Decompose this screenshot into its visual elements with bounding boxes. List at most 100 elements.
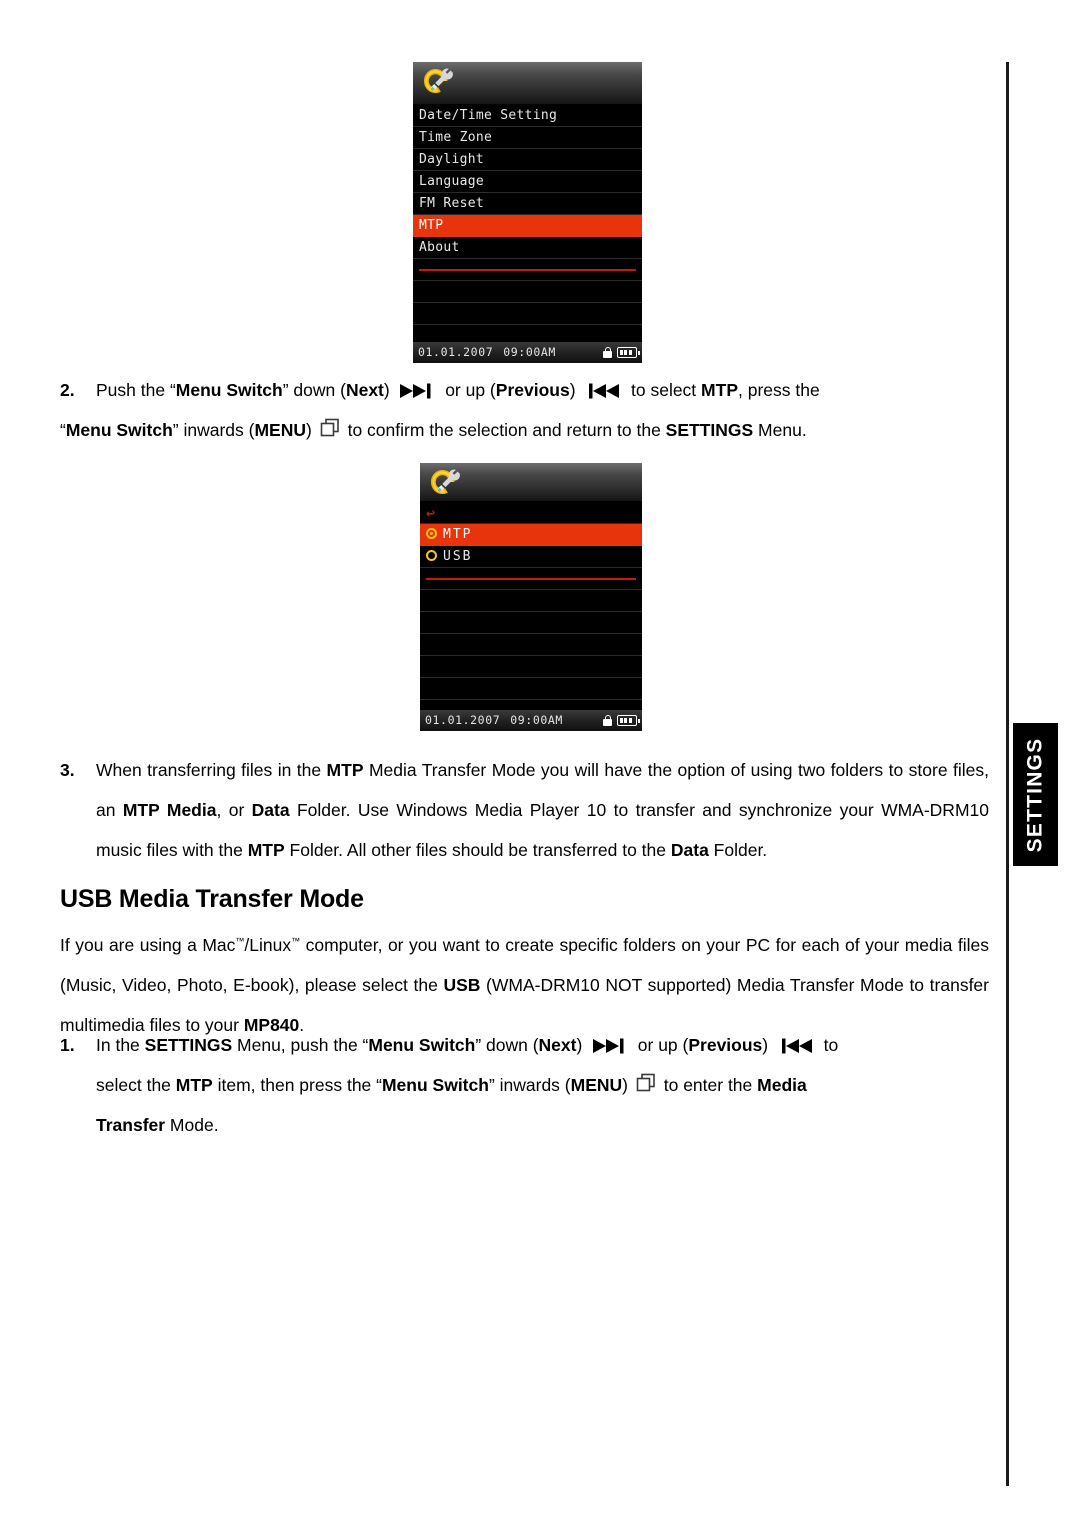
step2-t3: ” down ( [282,380,346,400]
step2-t11: , press the [738,380,820,400]
usb-tm-2: ™ [291,936,301,947]
step3-paragraph: When transferring files in the MTP Media… [96,750,989,870]
step2-t1: Push the “ [96,380,176,400]
device-back-row[interactable]: ↩ [420,502,642,524]
usb-step1-number: 1. [60,1035,75,1055]
next-icon [592,1038,628,1054]
gear-wrench-icon [424,68,453,93]
device-empty-row [420,612,642,634]
u1-t21: Transfer [96,1115,166,1135]
device-radio-option[interactable]: USB [420,546,642,568]
status-date: 01.01.2007 [425,713,501,727]
u1-t22: Mode. [165,1115,219,1135]
step2-t10: MTP [701,380,738,400]
status-date: 01.01.2007 [418,345,494,359]
u1-t19: to enter the [663,1075,758,1095]
usb-t2: /Linux [244,935,292,955]
device-list-divider [420,568,642,590]
radio-selected-icon [426,528,437,539]
device-option-list: ↩ MTP USB [420,502,642,711]
step3-t1: When transferring files in the [96,760,327,780]
u1-t2: SETTINGS [144,1035,233,1055]
u1-t10: ) [762,1035,769,1055]
menu-icon [635,1072,657,1094]
step2-t15: MENU [254,420,306,440]
step2-paragraph: Push the “Menu Switch” down (Next) or up… [60,370,989,450]
lock-icon [603,347,612,358]
u1-t3: Menu, push the “ [232,1035,369,1055]
device-empty-row [420,656,642,678]
u1-t15: Menu Switch [381,1075,489,1095]
device-empty-row [420,678,642,700]
status-time: 09:00AM [510,713,563,727]
step2-t17: to confirm the selection and return to t… [347,420,666,440]
battery-icon [617,715,640,726]
step3-number: 3. [60,760,75,780]
u1-t4: Menu Switch [368,1035,476,1055]
device-status-bar-2: 01.01.2007 09:00AM [420,710,642,731]
u1-t13: MTP [175,1075,213,1095]
step3-t2: MTP [326,760,364,780]
device-empty-row [420,634,642,656]
step3-t5: , or [216,800,252,820]
previous-icon [585,383,621,399]
section-tab-label: SETTINGS [1023,737,1047,852]
step2-t5: ) [383,380,390,400]
lock-icon [603,715,612,726]
gear-wrench-icon [431,469,460,494]
usb-t1: If you are using a Mac [60,935,236,955]
u1-t6: Next [538,1035,577,1055]
device-status-bar: 01.01.2007 09:00AM [413,342,642,363]
device-radio-option[interactable]: MTP [420,524,642,546]
previous-icon [778,1038,814,1054]
device-menu-item[interactable]: Time Zone [413,127,642,149]
step2-t9: to select [631,380,702,400]
next-icon [399,383,435,399]
device-header-bar-2 [420,463,642,502]
step3-t10: Data [670,840,709,860]
usb-t4: USB [443,975,481,995]
device-radio-label: MTP [443,527,473,542]
menu-icon [319,417,341,439]
device-empty-row [413,325,642,343]
usb-step1-paragraph: In the SETTINGS Menu, push the “Menu Swi… [96,1025,989,1145]
radio-unselected-icon [426,550,437,561]
device-list-divider [413,259,642,281]
u1-t7: ) [576,1035,583,1055]
u1-t8: or up ( [637,1035,689,1055]
device-menu-list: Date/Time Setting Time Zone Daylight Langua… [413,105,642,343]
u1-t1: In the [96,1035,145,1055]
u1-t14: item, then press the “ [212,1075,382,1095]
device-empty-row [413,281,642,303]
u1-t9: Previous [688,1035,763,1055]
step2-t16: ) [306,420,312,440]
step2-t8: ) [569,380,576,400]
step3-t8: MTP [247,840,285,860]
battery-icon [617,347,640,358]
device-screenshot-settings-menu: Date/Time Setting Time Zone Daylight Langua… [413,62,642,363]
u1-t18: ) [622,1075,628,1095]
device-empty-row [420,590,642,612]
step3-t4: MTP Media [122,800,217,820]
u1-t11: to [823,1035,839,1055]
step2-t4: Next [345,380,384,400]
device-header-bar [413,62,642,105]
device-menu-item[interactable]: About [413,237,642,259]
device-menu-item[interactable]: FM Reset [413,193,642,215]
step3-t11: Folder. [708,840,768,860]
section-tab-settings: SETTINGS [1013,723,1058,866]
step2-t2: Menu Switch [175,380,283,400]
step3-t9: Folder. All other files should be transf… [284,840,671,860]
device-empty-row [413,303,642,325]
device-menu-item[interactable]: MTP [413,215,642,237]
step2-t14: ” inwards ( [172,420,255,440]
step2-t19: Menu. [753,420,807,440]
device-menu-item[interactable]: Date/Time Setting [413,105,642,127]
device-menu-item[interactable]: Daylight [413,149,642,171]
u1-t5: ” down ( [475,1035,539,1055]
device-menu-item[interactable]: Language [413,171,642,193]
page-heading-usb-media-transfer-mode: USB Media Transfer Mode [60,885,364,913]
step2-t18: SETTINGS [665,420,754,440]
u1-t17: MENU [570,1075,623,1095]
step2-t6: or up ( [445,380,496,400]
